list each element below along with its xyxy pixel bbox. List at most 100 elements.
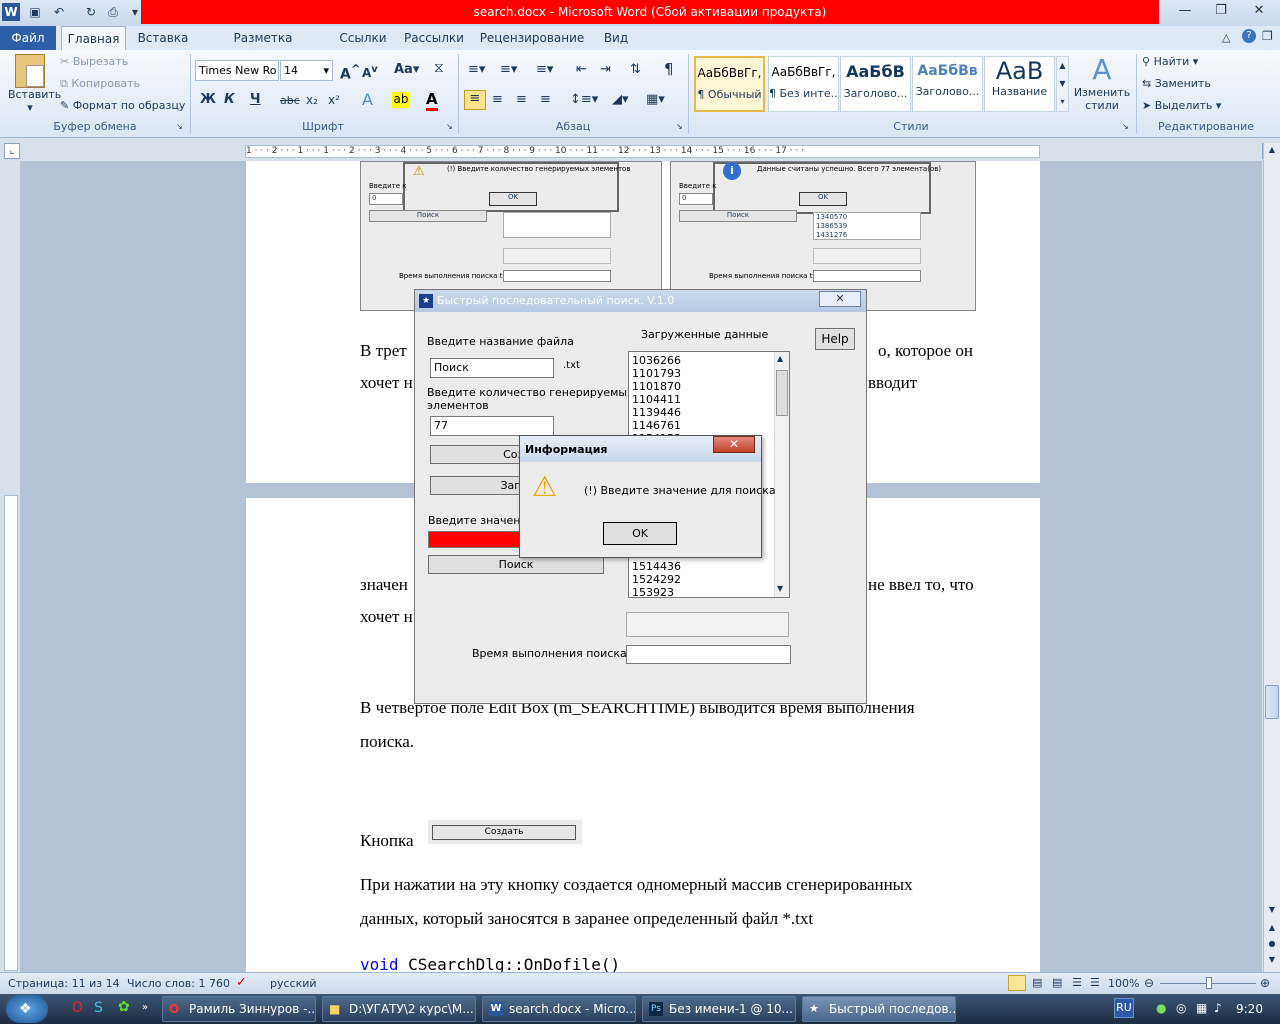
undo-icon[interactable]: ↶ [50, 3, 68, 21]
web-layout-icon[interactable]: ▤ [1052, 976, 1062, 989]
dialog-launcher-icon[interactable]: ↘ [446, 122, 453, 131]
task-photoshop[interactable]: Ps Без имени-1 @ 10... [642, 996, 796, 1022]
style-normal[interactable]: АаБбВвГг, ¶ Обычный [694, 56, 765, 112]
style-no-spacing[interactable]: АаБбВвГг, ¶ Без инте... [768, 56, 839, 112]
tab-insert[interactable]: Вставка [132, 26, 194, 50]
filename-input[interactable]: Поиск [430, 358, 554, 378]
zoom-out-icon[interactable]: ⊖ [1144, 976, 1154, 990]
font-name-combo[interactable]: Times New Ro [195, 60, 279, 81]
tab-page-layout[interactable]: Разметка страницы [202, 26, 324, 69]
sort-icon[interactable]: ⇅ [630, 62, 641, 77]
align-left-icon[interactable]: ≡ [464, 90, 486, 110]
scroll-up-icon[interactable]: ▲ [1265, 145, 1279, 159]
grow-font-button[interactable]: A^ [340, 62, 361, 83]
tab-file[interactable]: Файл [0, 26, 56, 50]
listbox-scrollbar[interactable]: ▲ ▼ [774, 352, 789, 597]
redo-icon[interactable]: ↻ [82, 3, 100, 21]
list-item[interactable]: 1524292 [632, 573, 681, 586]
search-time-input[interactable] [626, 645, 791, 664]
full-screen-icon[interactable]: ▤ [1032, 976, 1042, 989]
vertical-scrollbar[interactable]: ▲ ▼ ▲ ● ▼ [1263, 143, 1280, 972]
cut-button[interactable]: ✂ Вырезать [60, 55, 128, 68]
network-icon[interactable]: ▦ [1196, 1001, 1207, 1015]
tab-view[interactable]: Вид [596, 26, 636, 50]
paste-button[interactable]: Вставить ▾ [8, 54, 61, 114]
bold-button[interactable]: Ж [200, 92, 216, 107]
tab-review[interactable]: Рецензирование [478, 26, 586, 50]
list-item[interactable]: 1514436 [632, 560, 681, 573]
task-opera[interactable]: O Рамиль Зиннуров -... [162, 996, 316, 1022]
scroll-down-icon[interactable]: ▼ [1265, 905, 1279, 919]
change-styles-button[interactable]: A Изменить стили [1072, 54, 1132, 113]
outline-icon[interactable]: ☰ [1072, 976, 1082, 989]
language[interactable]: русский [270, 977, 317, 990]
draft-icon[interactable]: ☰ [1090, 976, 1100, 989]
line-spacing-icon[interactable]: ↕≡▾ [570, 92, 598, 107]
zoom-slider-thumb[interactable] [1206, 977, 1212, 989]
style-heading1[interactable]: АаБбВ Заголово... [840, 56, 911, 112]
restore-icon[interactable]: ❐ [1262, 29, 1273, 43]
tab-selector[interactable]: ⌞ [4, 143, 20, 159]
dialog-launcher-icon[interactable]: ↘ [676, 122, 683, 131]
tab-references[interactable]: Ссылки [334, 26, 392, 50]
browse-object-icon[interactable]: ● [1265, 939, 1279, 953]
help-button[interactable]: Help [815, 328, 855, 350]
style-heading2[interactable]: АаБбВв Заголово... [912, 56, 983, 112]
opera-icon[interactable]: O [72, 1000, 83, 1016]
change-case-button[interactable]: Aa▾ [394, 62, 419, 77]
start-button[interactable]: ❖ [6, 995, 48, 1023]
page-count[interactable]: Страница: 11 из 14 [8, 977, 120, 990]
align-right-icon[interactable]: ≡ [516, 92, 527, 107]
justify-icon[interactable]: ≡ [540, 92, 551, 107]
dialog-launcher-icon[interactable]: ↘ [176, 122, 183, 131]
help-icon[interactable]: ? [1242, 29, 1256, 43]
copy-button[interactable]: ⧉ Копировать [60, 77, 140, 91]
language-indicator[interactable]: RU [1114, 998, 1134, 1018]
scroll-down-icon[interactable]: ▼ [777, 584, 783, 593]
find-button[interactable]: ⚲ Найти ▾ [1142, 55, 1198, 68]
zoom-in-icon[interactable]: ⊕ [1260, 976, 1270, 990]
vertical-ruler[interactable] [4, 495, 18, 971]
volume-icon[interactable]: ♪ [1214, 1001, 1222, 1015]
superscript-button[interactable]: x² [328, 93, 340, 107]
increase-indent-icon[interactable]: ⇥ [600, 62, 611, 77]
print-preview-icon[interactable]: ⎙ [104, 3, 122, 21]
task-explorer[interactable]: ■ D:\УГАТУ\2 курс\М... [322, 996, 476, 1022]
next-page-icon[interactable]: ▼ [1265, 955, 1279, 969]
tab-home[interactable]: Главная [61, 26, 126, 50]
info-dialog[interactable]: Информация ✕ ⚠ (!) Введите значение для … [519, 435, 776, 558]
save-icon[interactable]: ▣ [26, 3, 44, 21]
horizontal-ruler[interactable]: 1 · · · 2 · · · 1 · · · 1 · · · 2 · · · … [245, 145, 1040, 158]
scroll-up-icon[interactable]: ▲ [777, 354, 783, 363]
task-word[interactable]: Wsearch.docx - Micro... [482, 996, 636, 1022]
scroll-thumb[interactable] [776, 370, 788, 416]
font-size-combo[interactable]: 14 ▾ [280, 60, 333, 81]
shrink-font-button[interactable]: Av [362, 64, 378, 80]
list-item[interactable]: 1101870 [632, 380, 681, 393]
quicklaunch-more-icon[interactable]: » [142, 1002, 148, 1013]
shading-icon[interactable]: ◢▾ [612, 92, 629, 107]
list-item[interactable]: 1146761 [632, 419, 681, 432]
info-dialog-titlebar[interactable]: Информация ✕ [520, 436, 761, 462]
clear-format-icon[interactable]: ⧖ [434, 60, 444, 76]
style-title[interactable]: АаВ Название [984, 56, 1055, 112]
bullets-icon[interactable]: ≡▾ [468, 62, 485, 77]
close-icon[interactable]: ✕ [1238, 0, 1280, 22]
prev-page-icon[interactable]: ▲ [1265, 923, 1279, 937]
proofing-icon[interactable]: ✓ [236, 975, 247, 990]
app-dialog-titlebar[interactable]: ★ Быстрый последовательный поиск. V.1.0 … [415, 290, 866, 312]
count-input[interactable]: 77 [430, 416, 554, 436]
tray-icon[interactable]: ◎ [1176, 1001, 1186, 1015]
icq-icon[interactable]: ✿ [118, 999, 130, 1015]
font-color-icon[interactable]: A [426, 90, 438, 111]
word-logo-icon[interactable]: W [2, 3, 20, 21]
clock[interactable]: 9:20 [1236, 1002, 1263, 1016]
close-icon[interactable]: ✕ [819, 291, 861, 307]
ok-button[interactable]: OK [603, 522, 677, 545]
strikethrough-button[interactable]: abc [280, 94, 300, 107]
subscript-button[interactable]: x₂ [306, 93, 318, 107]
decrease-indent-icon[interactable]: ⇤ [576, 62, 587, 77]
scroll-thumb[interactable] [1265, 685, 1279, 719]
minimize-icon[interactable]: — [1166, 0, 1204, 22]
highlight-icon[interactable]: ab [392, 92, 410, 108]
